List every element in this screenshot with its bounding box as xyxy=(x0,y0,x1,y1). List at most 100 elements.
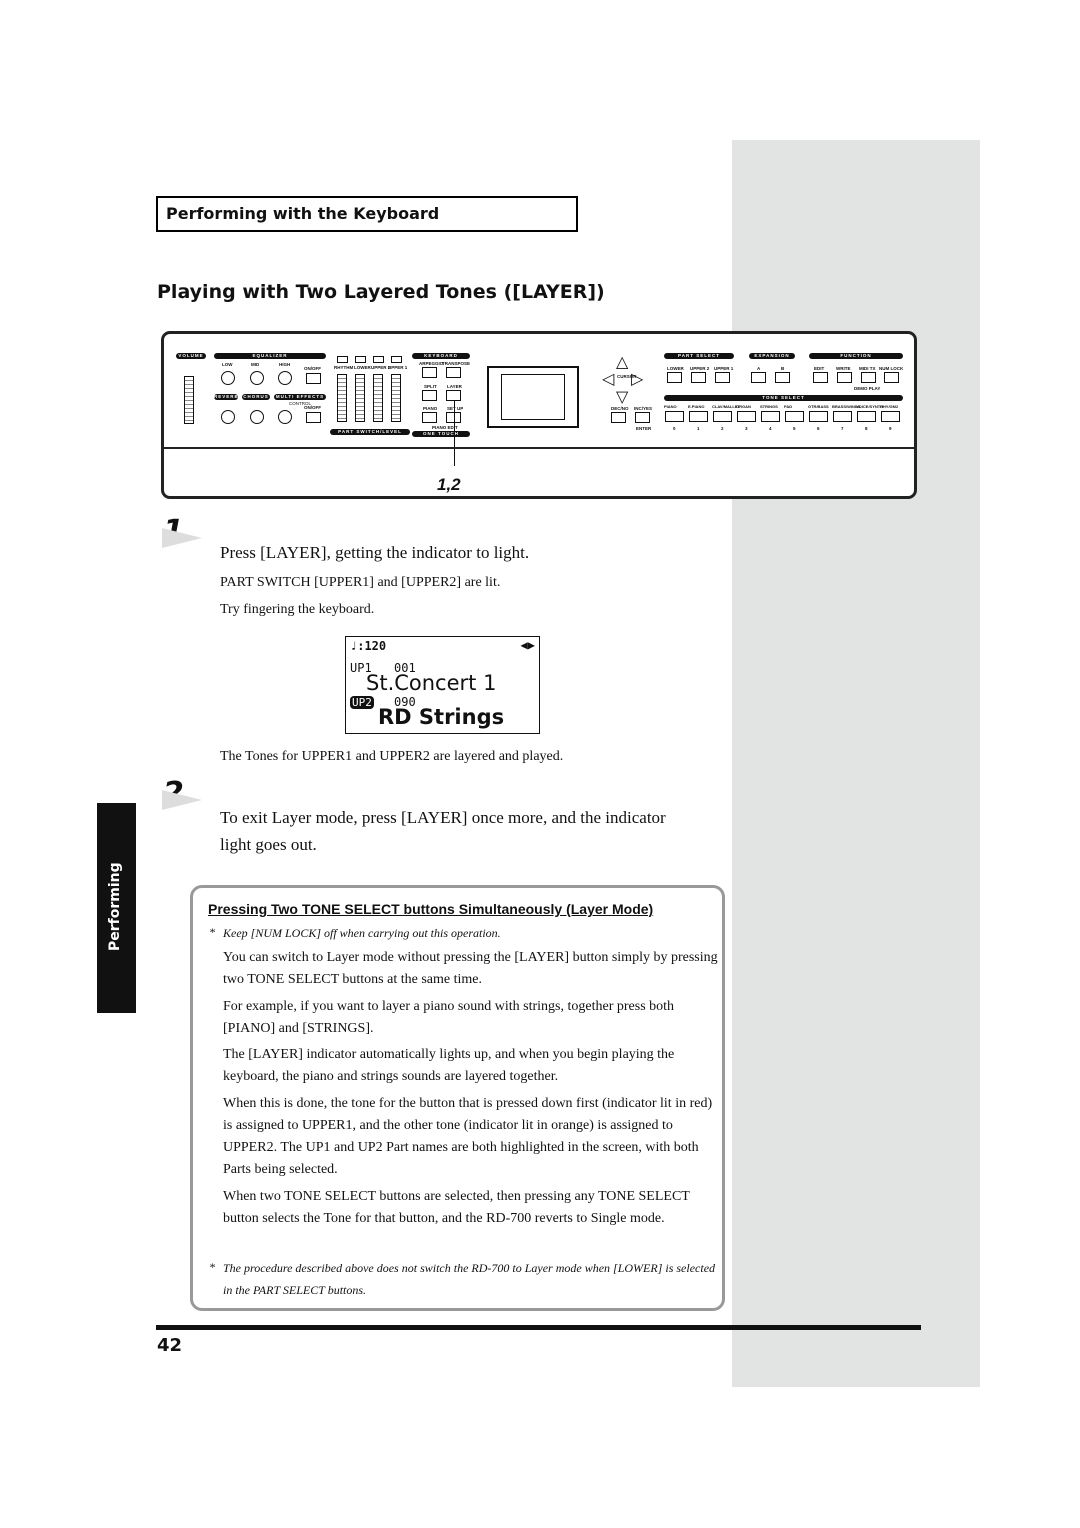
tone-select-button[interactable] xyxy=(713,411,732,422)
one-touch-label: ONE TOUCH xyxy=(412,431,470,437)
piano-button[interactable] xyxy=(422,412,437,423)
arpeggio-button[interactable] xyxy=(422,367,437,378)
asterisk: * xyxy=(209,925,215,939)
chorus-knob[interactable] xyxy=(250,410,264,424)
tone-number: 2 xyxy=(721,426,724,431)
note-paragraph: The [LAYER] indicator automatically ligh… xyxy=(223,1047,675,1084)
demo-play-label: DEMO PLAY xyxy=(854,386,881,391)
dec-no-button[interactable] xyxy=(611,412,626,423)
tone-number: 5 xyxy=(793,426,796,431)
num-lock-label: NUM LOCK xyxy=(879,366,904,371)
tone-number: 1 xyxy=(697,426,700,431)
dec-label: DEC/NO xyxy=(611,406,629,411)
tone-select-button[interactable] xyxy=(809,411,828,422)
upper2-switch[interactable] xyxy=(373,356,384,363)
cursor-right-icon[interactable]: ▷ xyxy=(631,371,643,387)
mfx-onoff-label: ON/OFF xyxy=(304,405,321,410)
cursor-up-icon[interactable]: △ xyxy=(616,354,628,370)
step-1-note: PART SWITCH [UPPER1] and [UPPER2] are li… xyxy=(220,575,501,590)
volume-slider[interactable] xyxy=(184,376,194,424)
side-tab-label: Performing xyxy=(107,862,123,951)
rhythm-switch[interactable] xyxy=(337,356,348,363)
note-paragraph: When two TONE SELECT buttons are selecte… xyxy=(223,1189,690,1226)
eq-mid-knob[interactable] xyxy=(250,371,264,385)
upper1-fader[interactable] xyxy=(391,374,401,422)
edit-button[interactable] xyxy=(813,372,828,383)
step-arrow xyxy=(162,528,202,548)
tone-select-button[interactable] xyxy=(665,411,684,422)
part-upper2-button[interactable] xyxy=(691,372,706,383)
num-lock-button[interactable] xyxy=(884,372,899,383)
tone-select-button[interactable] xyxy=(689,411,708,422)
tone-select-button[interactable] xyxy=(761,411,780,422)
tone-number: 3 xyxy=(745,426,748,431)
keyboard-control-label: KEYBOARD CONTROL xyxy=(412,353,470,364)
tone-label: GTR/BASS xyxy=(808,404,829,409)
tone-number: 9 xyxy=(889,426,892,431)
tone-label: RHY/GM2 xyxy=(880,404,899,409)
tone-select-button[interactable] xyxy=(737,411,756,422)
layer-button[interactable] xyxy=(446,390,461,401)
eq-onoff-label: ON/OFF xyxy=(304,366,321,371)
midi-tx-label: MIDI TX xyxy=(859,366,876,371)
part-upper1-button[interactable] xyxy=(715,372,730,383)
page-title: Playing with Two Layered Tones ([LAYER]) xyxy=(157,281,605,303)
layer-label: LAYER xyxy=(447,384,462,389)
part-upper2-label: UPPER 2 xyxy=(690,366,710,371)
split-label: SPLIT xyxy=(424,384,437,389)
midi-tx-button[interactable] xyxy=(861,372,876,383)
edit-label: EDIT xyxy=(814,366,825,371)
rhythm-fader[interactable] xyxy=(337,374,347,422)
lower-fader[interactable] xyxy=(355,374,365,422)
lcd-screen: ♩:120 ◀▶ UP1 001 St.Concert 1 UP2 090 RD… xyxy=(345,636,540,734)
tone-select-button[interactable] xyxy=(881,411,900,422)
write-label: WRITE xyxy=(836,366,851,371)
up2-label-highlighted: UP2 xyxy=(350,696,374,709)
margin-shade xyxy=(732,140,980,1387)
lower-label: LOWER xyxy=(354,365,371,370)
exp-a-button[interactable] xyxy=(751,372,766,383)
mfx-onoff-button[interactable] xyxy=(306,412,321,423)
tone-number: 4 xyxy=(769,426,772,431)
reverb-knob[interactable] xyxy=(221,410,235,424)
tone-select-button[interactable] xyxy=(857,411,876,422)
upper1-switch[interactable] xyxy=(391,356,402,363)
up2-tone-name: RD Strings xyxy=(378,705,505,729)
mfx-control-knob[interactable] xyxy=(278,410,292,424)
step-1-text: Press [LAYER], getting the indicator to … xyxy=(220,543,530,562)
lower-switch[interactable] xyxy=(355,356,366,363)
setup-label: SET UP xyxy=(447,406,464,411)
inc-yes-button[interactable] xyxy=(635,412,650,423)
step-callout: 1,2 xyxy=(437,475,461,494)
cursor-left-icon[interactable]: ◁ xyxy=(602,371,614,387)
tone-label: E.PIANO xyxy=(688,404,705,409)
note-paragraph: For example, if you want to layer a pian… xyxy=(223,999,675,1036)
tone-select-label: TONE SELECT xyxy=(664,395,903,401)
callout-line xyxy=(454,401,455,466)
part-switch-level-label: PART SWITCH/LEVEL xyxy=(330,429,410,435)
tone-select-button[interactable] xyxy=(785,411,804,422)
up1-tone-name: St.Concert 1 xyxy=(366,671,497,695)
upper1-label: UPPER 1 xyxy=(388,365,408,370)
asterisk: * xyxy=(209,1260,215,1274)
cursor-down-icon[interactable]: ▽ xyxy=(616,389,628,405)
footer-rule xyxy=(156,1325,921,1330)
eq-high-label: HIGH xyxy=(279,362,291,367)
transpose-button[interactable] xyxy=(446,367,461,378)
exp-b-button[interactable] xyxy=(775,372,790,383)
split-button[interactable] xyxy=(422,390,437,401)
eq-low-knob[interactable] xyxy=(221,371,235,385)
exp-b-label: B xyxy=(781,366,785,371)
tempo-readout: ♩:120 xyxy=(350,639,387,653)
upper2-fader[interactable] xyxy=(373,374,383,422)
enter-label: ENTER xyxy=(636,426,652,431)
write-button[interactable] xyxy=(837,372,852,383)
tone-number: 6 xyxy=(817,426,820,431)
part-lower-label: LOWER xyxy=(667,366,684,371)
tone-select-button[interactable] xyxy=(833,411,852,422)
eq-high-knob[interactable] xyxy=(278,371,292,385)
note-title: Pressing Two TONE SELECT buttons Simulta… xyxy=(208,901,654,917)
eq-onoff-button[interactable] xyxy=(306,373,321,384)
part-lower-button[interactable] xyxy=(667,372,682,383)
tone-label: STRINGS xyxy=(760,404,778,409)
